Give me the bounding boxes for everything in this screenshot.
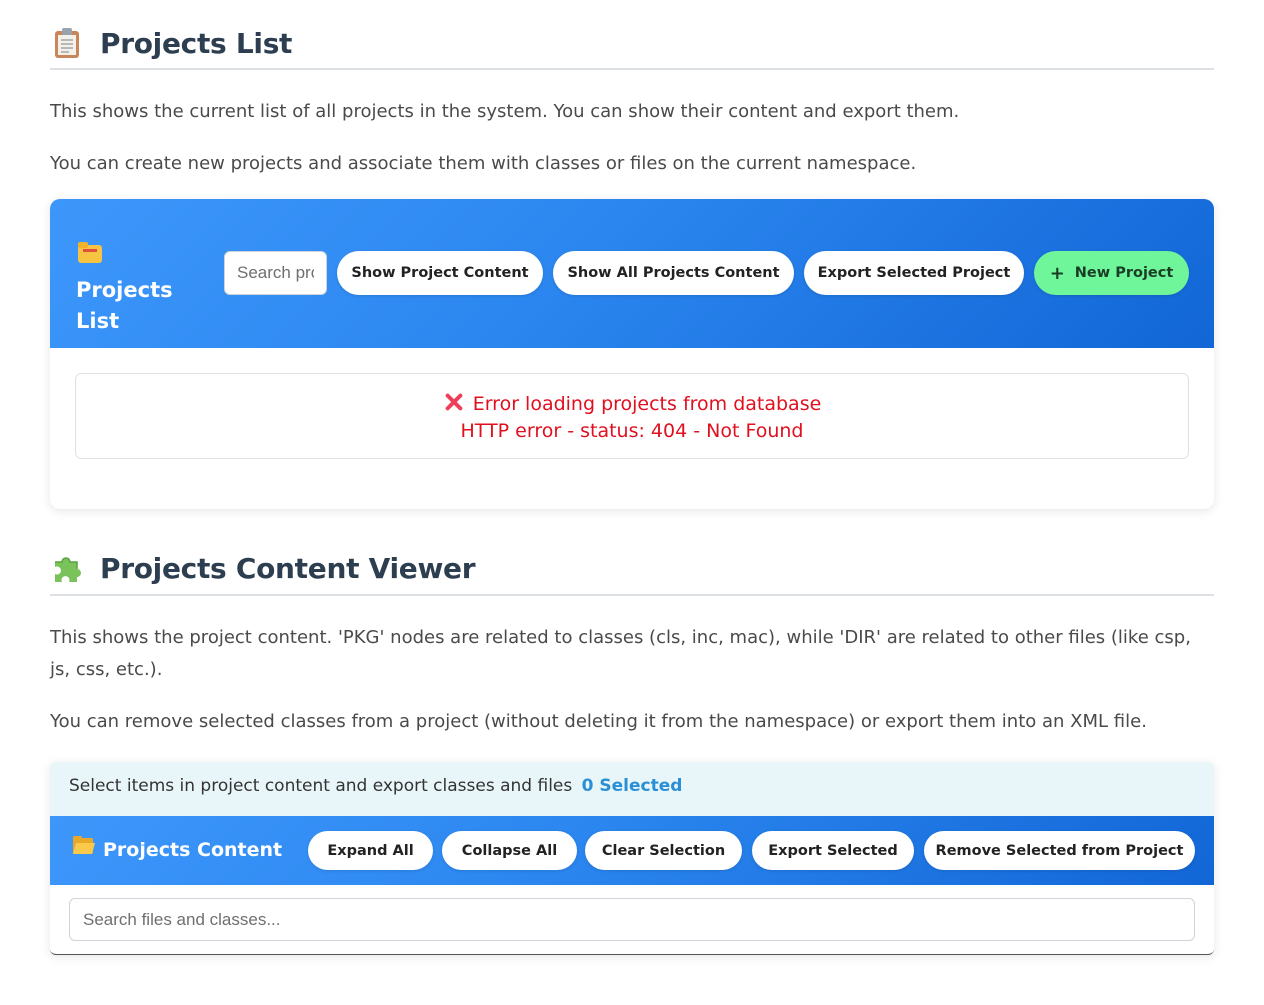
content-card-title: Projects Content [73, 836, 282, 863]
error-line-1: Error loading projects from database [76, 391, 1188, 418]
show-project-content-button[interactable]: Show Project Content [337, 251, 543, 295]
new-project-button[interactable]: + New Project [1034, 251, 1189, 295]
export-selected-project-button[interactable]: Export Selected Project [804, 251, 1024, 295]
projects-content-card: Select items in project content and expo… [50, 762, 1214, 955]
puzzle-piece-icon [50, 551, 84, 585]
projects-description-1: This shows the current list of all proje… [50, 101, 960, 122]
projects-card-title: Projects List [76, 241, 206, 337]
clipboard-icon [50, 26, 84, 60]
expand-all-button[interactable]: Expand All [308, 831, 433, 870]
selection-count: 0 Selected [581, 776, 683, 796]
content-search-input[interactable] [69, 898, 1195, 941]
projects-description-2: You can create new projects and associat… [50, 153, 917, 174]
projects-card-header: Projects List Show Project Content Show … [50, 199, 1214, 348]
page-title: Projects List [100, 26, 293, 60]
folder-icon [78, 241, 102, 273]
error-line-2: HTTP error - status: 404 - Not Found [460, 420, 804, 442]
divider [50, 68, 1214, 70]
selection-instructions: Select items in project content and expo… [69, 776, 573, 796]
clear-selection-button[interactable]: Clear Selection [585, 831, 742, 870]
selection-bar: Select items in project content and expo… [50, 762, 1214, 816]
open-folder-icon [73, 836, 95, 861]
show-all-projects-content-button[interactable]: Show All Projects Content [553, 251, 794, 295]
content-description-2: You can remove selected classes from a p… [50, 711, 1147, 732]
plus-icon: + [1049, 262, 1065, 284]
projects-list-card: Projects List Show Project Content Show … [50, 199, 1214, 509]
error-message-box: Error loading projects from database HTT… [75, 373, 1189, 459]
content-description-1: This shows the project content. 'PKG' no… [50, 627, 1191, 680]
collapse-all-button[interactable]: Collapse All [442, 831, 577, 870]
divider [50, 594, 1214, 596]
content-viewer-heading: Projects Content Viewer [50, 548, 1214, 588]
remove-selected-button[interactable]: Remove Selected from Project [924, 831, 1195, 870]
cross-mark-icon [443, 391, 465, 413]
project-search-input[interactable] [224, 251, 327, 295]
projects-list-heading: Projects List [50, 23, 1214, 63]
export-selected-button[interactable]: Export Selected [752, 831, 914, 870]
content-viewer-title: Projects Content Viewer [100, 551, 476, 585]
content-card-header: Projects Content Expand All Collapse All… [50, 816, 1214, 885]
